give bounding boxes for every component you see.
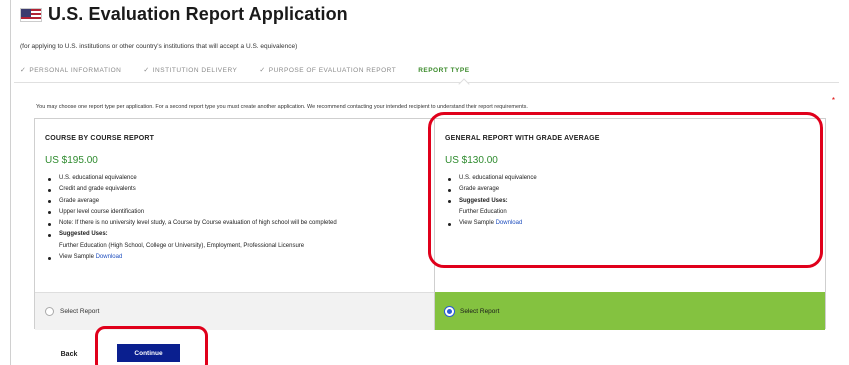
suggested-uses-label: Suggested Uses:	[459, 197, 508, 204]
select-report-bar[interactable]: Select Report	[35, 292, 434, 330]
list-item: View Sample Download	[445, 218, 537, 229]
card-title: GENERAL REPORT WITH GRADE AVERAGE	[445, 135, 600, 142]
step-report-type[interactable]: REPORT TYPE	[418, 66, 469, 74]
select-report-label: Select Report	[60, 308, 100, 315]
step-purpose-of-evaluation[interactable]: ✓ PURPOSE OF EVALUATION REPORT	[259, 66, 396, 75]
steps-divider	[14, 82, 839, 83]
step-institution-delivery[interactable]: ✓ INSTITUTION DELIVERY	[143, 66, 237, 75]
back-button[interactable]: Back	[37, 343, 101, 365]
general-report-card[interactable]: GENERAL REPORT WITH GRADE AVERAGE US $13…	[435, 119, 825, 330]
list-item: Suggested Uses:	[445, 196, 537, 207]
header: U.S. Evaluation Report Application	[20, 4, 348, 25]
suggested-uses-label: Suggested Uses:	[59, 231, 108, 238]
list-item: Credit and grade equivalents	[45, 184, 337, 195]
feature-list: U.S. educational equivalence Grade avera…	[445, 173, 537, 229]
info-text: You may choose one report type per appli…	[36, 104, 528, 110]
check-icon: ✓	[259, 67, 266, 74]
progress-steps: ✓ PERSONAL INFORMATION ✓ INSTITUTION DEL…	[20, 66, 470, 75]
list-item: U.S. educational equivalence	[445, 173, 537, 184]
view-sample-label: View Sample	[459, 220, 494, 227]
report-cards: COURSE BY COURSE REPORT US $195.00 U.S. …	[34, 118, 826, 330]
card-price: US $130.00	[445, 155, 498, 166]
card-title: COURSE BY COURSE REPORT	[45, 135, 155, 142]
list-item: Upper level course identification	[45, 207, 337, 218]
suggested-uses-text: Further Education (High School, College …	[59, 242, 305, 249]
feature-list: U.S. educational equivalence Credit and …	[45, 173, 337, 263]
select-report-bar[interactable]: Select Report	[435, 292, 825, 330]
page-subtitle: (for applying to U.S. institutions or ot…	[20, 43, 298, 50]
radio-button-selected[interactable]	[445, 306, 454, 316]
us-flag-icon	[20, 7, 42, 22]
step-personal-information[interactable]: ✓ PERSONAL INFORMATION	[20, 66, 121, 75]
list-item: U.S. educational equivalence	[45, 173, 337, 184]
card-price: US $195.00	[45, 155, 98, 166]
list-item: Grade average	[445, 184, 537, 195]
view-sample-label: View Sample	[59, 254, 94, 261]
radio-button[interactable]	[45, 307, 54, 316]
continue-button[interactable]: Continue	[117, 344, 180, 362]
required-marker: *	[831, 96, 835, 105]
list-item: Note: If there is no university level st…	[45, 218, 337, 229]
check-icon: ✓	[143, 67, 150, 74]
check-icon: ✓	[20, 67, 27, 74]
list-item: Suggested Uses:	[45, 229, 337, 240]
course-by-course-card[interactable]: COURSE BY COURSE REPORT US $195.00 U.S. …	[35, 119, 435, 330]
download-link[interactable]: Download	[96, 254, 123, 260]
page-title: U.S. Evaluation Report Application	[48, 4, 348, 24]
suggested-uses-text: Further Education	[459, 208, 507, 215]
list-item: View Sample Download	[45, 252, 337, 263]
download-link[interactable]: Download	[496, 220, 523, 226]
select-report-label: Select Report	[460, 307, 500, 315]
list-item: Grade average	[45, 196, 337, 207]
